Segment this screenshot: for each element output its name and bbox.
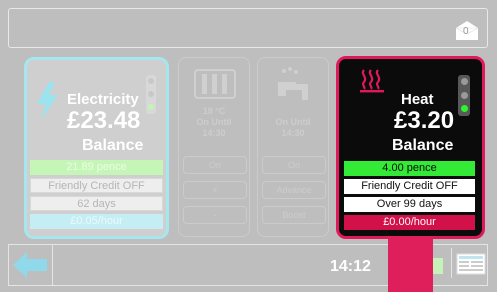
lightning-icon	[37, 82, 58, 120]
electricity-credit-status: Friendly Credit OFF	[30, 178, 163, 193]
electricity-rate: 21.89 pence	[30, 160, 163, 175]
heating-temperature: 18 °C	[202, 106, 226, 116]
water-control-card[interactable]: On Until 14:30 On Advance Boost	[257, 57, 329, 237]
heating-time: 14:30	[202, 128, 226, 138]
heating-minus-button[interactable]: -	[183, 206, 247, 224]
heating-plus-button[interactable]: +	[183, 181, 247, 199]
back-arrow-icon	[13, 252, 47, 278]
tap-icon	[278, 67, 308, 100]
water-advance-button[interactable]: Advance	[262, 181, 326, 199]
status-indicator	[433, 258, 443, 274]
heat-waves-icon	[360, 69, 384, 93]
meter-screen: 0 Electricity £23.48 Balance 21.89 pence…	[0, 0, 497, 292]
heat-days: Over 99 days	[344, 197, 475, 212]
electricity-amount: £23.48	[67, 107, 141, 134]
heating-mode: On Until	[196, 117, 232, 127]
menu-card-icon	[456, 253, 486, 275]
back-button[interactable]	[9, 245, 53, 285]
electricity-traffic-light	[146, 75, 156, 114]
water-on-button[interactable]: On	[262, 156, 326, 174]
water-boost-button[interactable]: Boost	[262, 206, 326, 224]
water-mode: On Until	[275, 117, 311, 127]
electricity-card[interactable]: Electricity £23.48 Balance 21.89 pence F…	[24, 57, 169, 239]
message-count: 0	[463, 26, 469, 37]
water-time: 14:30	[281, 128, 305, 138]
electricity-title: Electricity	[67, 91, 139, 108]
top-bar: 0	[8, 8, 488, 48]
menu-button[interactable]	[451, 248, 487, 278]
heat-title: Heat	[401, 91, 434, 108]
heating-on-button[interactable]: On	[183, 156, 247, 174]
heat-credit-status: Friendly Credit OFF	[344, 179, 475, 194]
clock: 14:12	[330, 258, 371, 275]
heat-card[interactable]: Heat £3.20 Balance 4.00 pence Friendly C…	[336, 56, 485, 239]
heat-rate: 4.00 pence	[344, 161, 475, 176]
electricity-days: 62 days	[30, 196, 163, 211]
heat-balance-label: Balance	[392, 137, 454, 154]
electricity-hourly: £0.05/hour	[30, 214, 163, 229]
heat-hourly: £0.00/hour	[344, 215, 475, 230]
radiator-icon	[194, 69, 236, 99]
selected-tab-indicator	[388, 236, 433, 292]
heat-traffic-light	[458, 75, 470, 116]
envelope-icon[interactable]: 0	[455, 19, 479, 41]
heat-amount: £3.20	[394, 107, 455, 134]
electricity-balance-label: Balance	[82, 137, 144, 154]
heating-control-card[interactable]: 18 °C On Until 14:30 On + -	[178, 57, 250, 237]
